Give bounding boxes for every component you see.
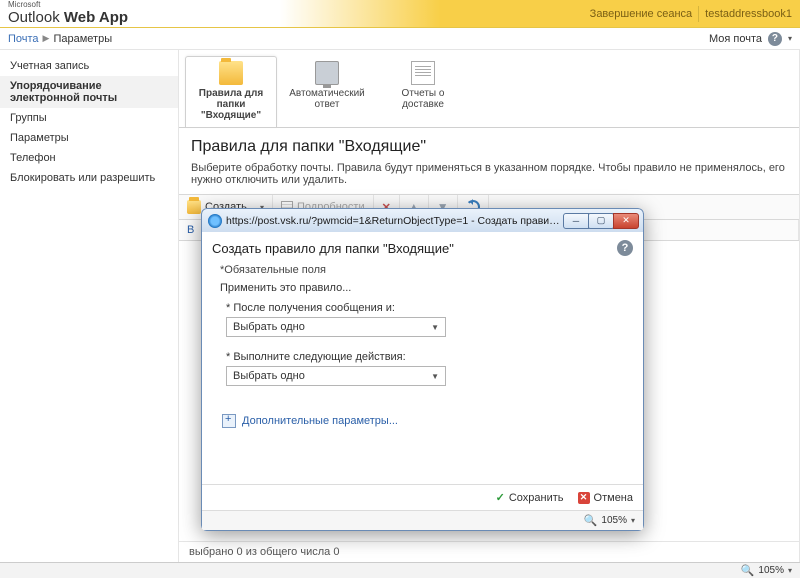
minimize-button[interactable]: ─	[563, 213, 589, 229]
page-title: Правила для папки "Входящие"	[179, 128, 799, 162]
sidebar-item-groups[interactable]: Группы	[0, 108, 178, 128]
monitor-icon	[315, 61, 339, 85]
dialog-title: Создать правило для папки "Входящие"	[212, 241, 454, 256]
user-name[interactable]: testaddressbook1	[705, 8, 792, 20]
condition-label: * После получения сообщения и:	[226, 302, 625, 314]
tab-delivery-reports[interactable]: Отчеты о доставке	[377, 56, 469, 128]
dialog-titlebar[interactable]: https://post.vsk.ru/?pwmcid=1&ReturnObje…	[201, 208, 644, 232]
chevron-down-icon[interactable]: ▾	[788, 566, 792, 575]
select-value: Выбрать одно	[233, 321, 305, 333]
save-label: Сохранить	[509, 492, 564, 504]
action-select[interactable]: Выбрать одно	[226, 366, 446, 386]
breadcrumb-current: Параметры	[53, 33, 112, 45]
ie-favicon	[208, 214, 222, 228]
tab-inbox-rules[interactable]: Правила для папки "Входящие"	[185, 56, 277, 128]
help-icon[interactable]: ?	[768, 32, 782, 46]
dialog-spacer	[202, 438, 643, 484]
select-value: Выбрать одно	[233, 370, 305, 382]
dialog-body: Создать правило для папки "Входящие" ? *…	[201, 232, 644, 531]
chevron-down-icon[interactable]: ▾	[788, 34, 792, 43]
folder-icon	[187, 200, 201, 214]
maximize-button[interactable]: ▢	[588, 213, 614, 229]
document-icon	[411, 61, 435, 85]
separator	[698, 6, 699, 22]
signout-link[interactable]: Завершение сеанса	[590, 8, 692, 20]
dialog-actions: ✓ Сохранить ✕ Отмена	[202, 484, 643, 510]
sidebar-item-settings[interactable]: Параметры	[0, 128, 178, 148]
condition-select[interactable]: Выбрать одно	[226, 317, 446, 337]
more-options-link[interactable]: Дополнительные параметры...	[222, 414, 625, 428]
selection-count: выбрано 0 из общего числа 0	[189, 546, 339, 558]
tab-label: Автоматический ответ	[289, 88, 365, 110]
zoom-level: 105%	[758, 565, 784, 576]
save-button[interactable]: ✓ Сохранить	[496, 491, 564, 504]
dialog-statusbar: 🔍 105% ▾	[202, 510, 643, 530]
cancel-label: Отмена	[594, 492, 633, 504]
window-buttons: ─ ▢ ✕	[564, 213, 639, 229]
brand-vendor: Microsoft	[8, 1, 128, 9]
chevron-down-icon[interactable]: ▾	[631, 516, 635, 525]
page-description: Выберите обработку почты. Правила будут …	[179, 162, 799, 194]
tabs: Правила для папки "Входящие" Автоматичес…	[179, 50, 799, 128]
magnifier-icon: 🔍	[741, 564, 755, 577]
check-icon: ✓	[496, 491, 505, 504]
brand: Microsoft Outlook Web App	[8, 1, 128, 26]
dialog-header: Создать правило для папки "Входящие" ?	[202, 232, 643, 264]
action-label: * Выполните следующие действия:	[226, 351, 625, 363]
help-icon[interactable]: ?	[617, 240, 633, 256]
close-button[interactable]: ✕	[613, 213, 639, 229]
required-note: *Обязательные поля	[220, 264, 625, 276]
tab-label: Правила для папки "Входящие"	[199, 88, 263, 121]
sidebar-item-account[interactable]: Учетная запись	[0, 56, 178, 76]
x-icon: ✕	[578, 492, 590, 504]
dialog-chrome-title: https://post.vsk.ru/?pwmcid=1&ReturnObje…	[226, 215, 564, 227]
browser-statusbar: 🔍 105% ▾	[0, 562, 800, 578]
more-options-label: Дополнительные параметры...	[242, 415, 398, 427]
sidebar-item-organize-mail[interactable]: Упорядочивание электронной почты	[0, 76, 178, 108]
folder-icon	[219, 61, 243, 85]
apply-rule-label: Применить это правило...	[220, 282, 625, 294]
dialog-zoom-level: 105%	[601, 515, 627, 526]
breadcrumb-root[interactable]: Почта	[8, 33, 39, 45]
sidebar-item-block-allow[interactable]: Блокировать или разрешить	[0, 168, 178, 188]
create-rule-dialog: https://post.vsk.ru/?pwmcid=1&ReturnObje…	[201, 208, 644, 531]
tab-label: Отчеты о доставке	[402, 88, 445, 110]
sidebar-item-phone[interactable]: Телефон	[0, 148, 178, 168]
cancel-button[interactable]: ✕ Отмена	[578, 491, 633, 504]
brand-product: Outlook Web App	[8, 9, 128, 26]
sidebar: Учетная запись Упорядочивание электронно…	[0, 50, 178, 562]
breadcrumb-bar: Почта ▶ Параметры Моя почта ? ▾	[0, 28, 800, 50]
dialog-content: *Обязательные поля Применить это правило…	[202, 264, 643, 438]
selection-footer: выбрано 0 из общего числа 0	[179, 541, 799, 562]
my-mail-link[interactable]: Моя почта	[709, 33, 762, 45]
options-icon	[222, 414, 236, 428]
top-brand-bar: Microsoft Outlook Web App Завершение сеа…	[0, 0, 800, 28]
chevron-right-icon: ▶	[43, 33, 50, 44]
magnifier-icon: 🔍	[584, 514, 598, 527]
tab-auto-reply[interactable]: Автоматический ответ	[281, 56, 373, 128]
topbar-right: Завершение сеанса testaddressbook1	[590, 6, 792, 22]
